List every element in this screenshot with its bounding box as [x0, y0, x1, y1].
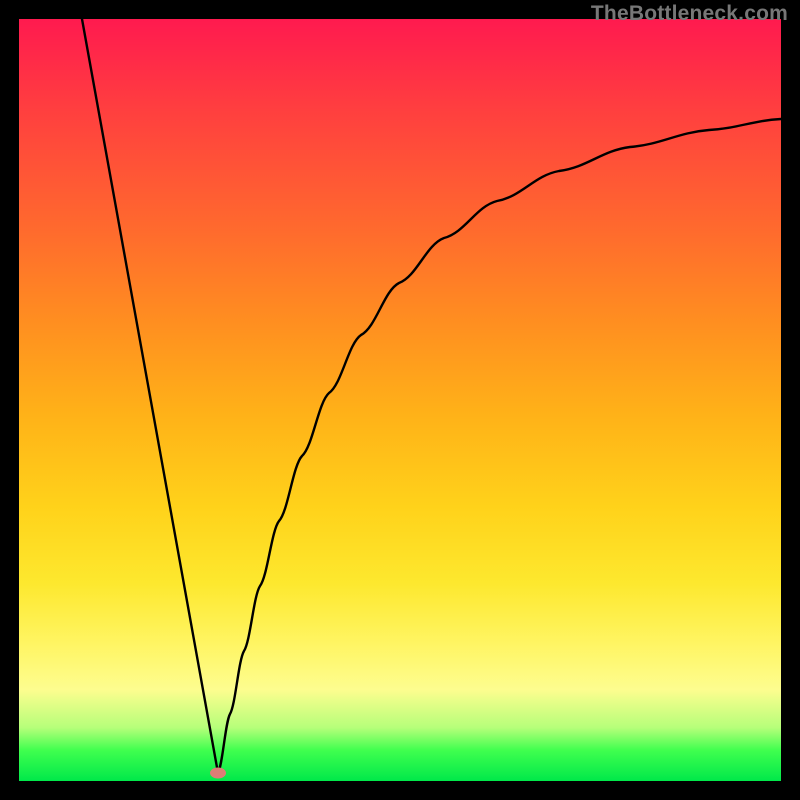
bottleneck-curve [82, 19, 781, 773]
optimum-marker [210, 768, 226, 779]
curve-svg [19, 19, 781, 781]
chart-plot-area [19, 19, 781, 781]
watermark-text: TheBottleneck.com [591, 2, 788, 26]
